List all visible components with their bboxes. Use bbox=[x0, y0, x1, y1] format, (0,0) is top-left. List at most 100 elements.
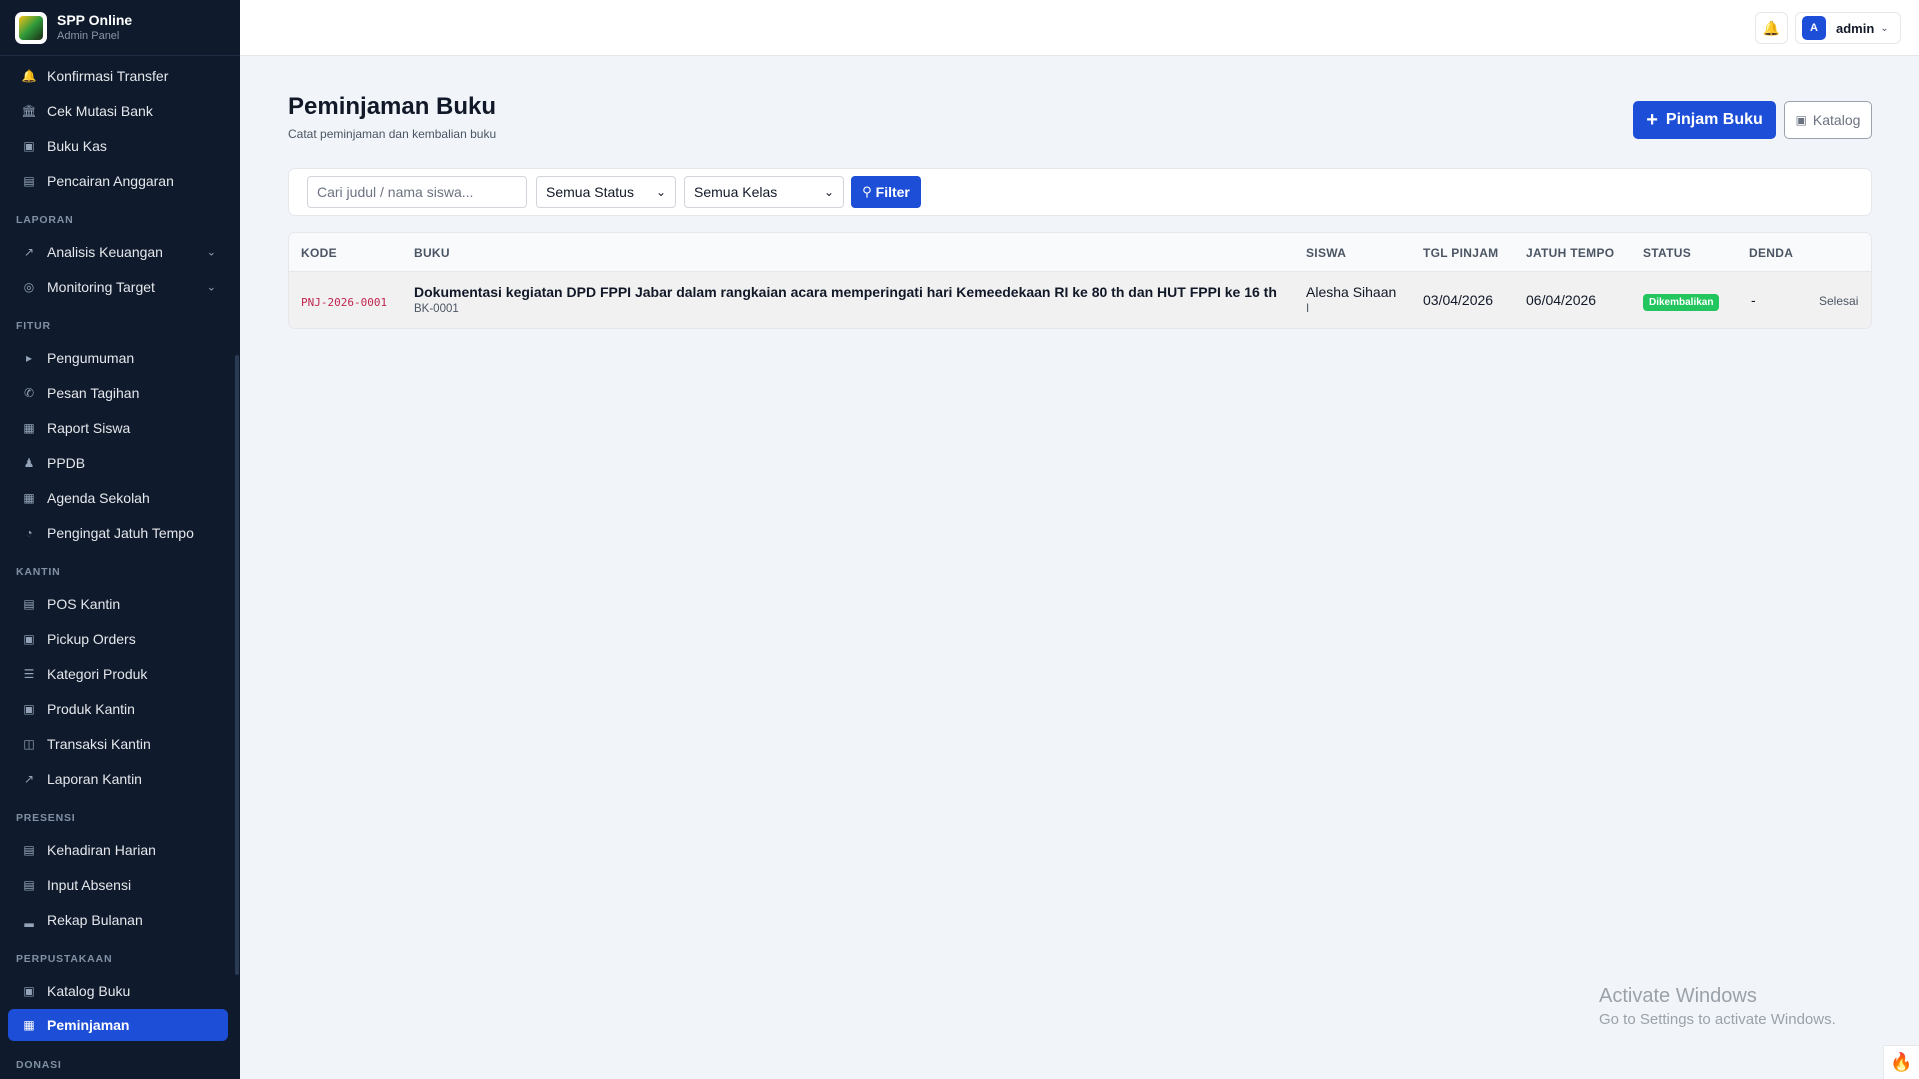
katalog-button[interactable]: ▣ Katalog bbox=[1784, 101, 1872, 139]
chevron-down-icon: ⌄ bbox=[1880, 22, 1889, 34]
section-kantin: KANTIN bbox=[16, 566, 61, 578]
header-denda: DENDA bbox=[1749, 246, 1794, 260]
bell-icon: 🔔 bbox=[21, 68, 37, 83]
student-class: I bbox=[1306, 303, 1310, 315]
sidebar-item-agenda-sekolah[interactable]: ▦ Agenda Sekolah bbox=[8, 480, 228, 515]
clipboard-check-icon: ▤ bbox=[23, 877, 35, 892]
header-kode: KODE bbox=[301, 246, 337, 260]
sidebar-item-cek-mutasi-bank[interactable]: 🏛 Cek Mutasi Bank bbox=[8, 93, 228, 128]
section-perpustakaan: PERPUSTAKAAN bbox=[16, 953, 113, 965]
table-header: KODE BUKU SISWA TGL PINJAM JATUH TEMPO S… bbox=[289, 233, 1871, 272]
activate-windows-hint: Go to Settings to activate Windows. bbox=[1599, 1011, 1836, 1028]
brand-logo bbox=[15, 11, 47, 44]
megaphone-icon: ▸ bbox=[25, 350, 33, 365]
due-date: 06/04/2026 bbox=[1526, 292, 1597, 308]
flame-icon[interactable]: 🔥 bbox=[1883, 1045, 1919, 1079]
notification-button[interactable]: 🔔 bbox=[1755, 12, 1788, 44]
sidebar-item-katalog-buku[interactable]: ▣ Katalog Buku bbox=[8, 973, 228, 1008]
user-menu-button[interactable]: A admin ⌄ bbox=[1795, 12, 1901, 44]
sidebar-item-rekap-bulanan[interactable]: ▂ Rekap Bulanan bbox=[8, 902, 228, 937]
section-presensi: PRESENSI bbox=[16, 812, 76, 824]
sidebar-item-pos-kantin[interactable]: ▤ POS Kantin bbox=[8, 586, 228, 621]
brand-subtitle: Admin Panel bbox=[57, 30, 120, 42]
plus-icon: + bbox=[1646, 108, 1658, 131]
clock-icon: ◔ bbox=[25, 525, 33, 540]
book-icon: ▣ bbox=[1795, 113, 1807, 127]
student-name: Alesha Sihaan bbox=[1306, 284, 1397, 300]
clipboard-icon: ▤ bbox=[23, 842, 35, 857]
avatar: A bbox=[1802, 16, 1826, 40]
box-icon: ▣ bbox=[23, 701, 35, 716]
student-cell: Alesha Sihaan I bbox=[1306, 284, 1396, 315]
section-fitur: FITUR bbox=[16, 320, 51, 332]
chart-line-icon: ↗ bbox=[23, 771, 35, 786]
sidebar-item-peminjaman[interactable]: ▦ Peminjaman bbox=[8, 1009, 228, 1041]
whatsapp-icon: ✆ bbox=[23, 385, 35, 400]
search-input[interactable] bbox=[307, 176, 527, 208]
sidebar-item-buku-kas[interactable]: ▣ Buku Kas bbox=[8, 128, 228, 163]
cart-icon: ◫ bbox=[23, 736, 35, 751]
sidebar-item-produk-kantin[interactable]: ▣ Produk Kantin bbox=[8, 691, 228, 726]
target-icon: ◎ bbox=[23, 279, 35, 294]
open-book-icon: ▦ bbox=[23, 1018, 35, 1032]
filter-button[interactable]: ⚲ Filter bbox=[851, 176, 921, 208]
sidebar-item-ppdb[interactable]: ♟ PPDB bbox=[8, 445, 228, 480]
user-name: admin bbox=[1836, 20, 1875, 36]
shopping-bag-icon: ▣ bbox=[23, 631, 35, 646]
sidebar-item-konfirmasi-transfer[interactable]: 🔔 Konfirmasi Transfer bbox=[8, 58, 228, 93]
book-title: Dokumentasi kegiatan DPD FPPI Jabar dala… bbox=[414, 284, 1277, 300]
sidebar-item-transaksi-kantin[interactable]: ◫ Transaksi Kantin bbox=[8, 726, 228, 761]
section-laporan: LAPORAN bbox=[16, 214, 74, 226]
bell-icon: 🔔 bbox=[1762, 19, 1781, 36]
sidebar-item-pengingat-jatuh-tempo[interactable]: ◔ Pengingat Jatuh Tempo bbox=[8, 515, 228, 550]
header-siswa: SISWA bbox=[1306, 246, 1347, 260]
sidebar-item-pengumuman[interactable]: ▸ Pengumuman bbox=[8, 340, 228, 375]
page-subtitle: Catat peminjaman dan kembalian buku bbox=[288, 127, 497, 141]
open-book-icon: ▦ bbox=[23, 420, 35, 435]
header-status: STATUS bbox=[1643, 246, 1692, 260]
sidebar-scrollbar[interactable] bbox=[235, 355, 239, 975]
header-tgl-pinjam: TGL PINJAM bbox=[1423, 246, 1499, 260]
user-plus-icon: ♟ bbox=[23, 455, 35, 470]
brand-title: SPP Online bbox=[57, 12, 133, 28]
brand[interactable]: SPP Online Admin Panel bbox=[0, 0, 240, 56]
page-title: Peminjaman Buku bbox=[288, 93, 497, 120]
sidebar-item-raport-siswa[interactable]: ▦ Raport Siswa bbox=[8, 410, 228, 445]
bank-icon: 🏛 bbox=[21, 103, 37, 118]
sidebar-item-pencairan-anggaran[interactable]: ▤ Pencairan Anggaran bbox=[8, 163, 228, 198]
loan-date: 03/04/2026 bbox=[1423, 292, 1494, 308]
header-jatuh-tempo: JATUH TEMPO bbox=[1526, 246, 1615, 260]
sidebar-item-pesan-tagihan[interactable]: ✆ Pesan Tagihan bbox=[8, 375, 228, 410]
chevron-down-icon: ⌄ bbox=[823, 185, 834, 199]
sidebar-item-analisis-keuangan[interactable]: ↗ Analisis Keuangan ⌄ bbox=[8, 234, 228, 269]
loans-table: KODE BUKU SISWA TGL PINJAM JATUH TEMPO S… bbox=[288, 232, 1872, 329]
book-code: BK-0001 bbox=[414, 303, 459, 315]
chevron-down-icon: ⌄ bbox=[206, 281, 216, 293]
sidebar: SPP Online Admin Panel 🔔 Konfirmasi Trans… bbox=[0, 0, 240, 1079]
chart-line-icon: ↗ bbox=[23, 244, 35, 259]
fine-value: - bbox=[1751, 292, 1756, 308]
search-icon: ⚲ bbox=[862, 184, 872, 199]
list-icon: ☰ bbox=[23, 666, 35, 681]
table-row[interactable]: PNJ-2026-0001 Dokumentasi kegiatan DPD F… bbox=[289, 272, 1871, 328]
sidebar-item-laporan-kantin[interactable]: ↗ Laporan Kantin bbox=[8, 761, 228, 796]
sidebar-item-kategori-produk[interactable]: ☰ Kategori Produk bbox=[8, 656, 228, 691]
sidebar-item-pickup-orders[interactable]: ▣ Pickup Orders bbox=[8, 621, 228, 656]
kelas-select[interactable]: Semua Kelas ⌄ bbox=[684, 176, 844, 208]
sidebar-item-monitoring-target[interactable]: ◎ Monitoring Target ⌄ bbox=[8, 269, 228, 304]
status-select[interactable]: Semua Status ⌄ bbox=[536, 176, 676, 208]
sidebar-item-kehadiran-harian[interactable]: ▤ Kehadiran Harian bbox=[8, 832, 228, 867]
calendar-icon: ▦ bbox=[23, 490, 35, 505]
topbar bbox=[240, 0, 1919, 56]
sidebar-item-input-absensi[interactable]: ▤ Input Absensi bbox=[8, 867, 228, 902]
loan-code: PNJ-2026-0001 bbox=[301, 296, 388, 309]
pinjam-buku-button[interactable]: + Pinjam Buku bbox=[1633, 101, 1776, 139]
sidebar-nav: 🔔 Konfirmasi Transfer 🏛 Cek Mutasi Bank ▣ B… bbox=[0, 56, 240, 1079]
wallet-icon: ▤ bbox=[23, 173, 35, 188]
chevron-down-icon: ⌄ bbox=[655, 185, 666, 199]
activate-windows-title: Activate Windows bbox=[1599, 985, 1757, 1007]
section-donasi: DONASI bbox=[16, 1059, 62, 1071]
chevron-down-icon: ⌄ bbox=[206, 246, 216, 258]
book-icon: ▣ bbox=[23, 983, 35, 998]
status-badge: Dikembalikan bbox=[1643, 294, 1720, 311]
